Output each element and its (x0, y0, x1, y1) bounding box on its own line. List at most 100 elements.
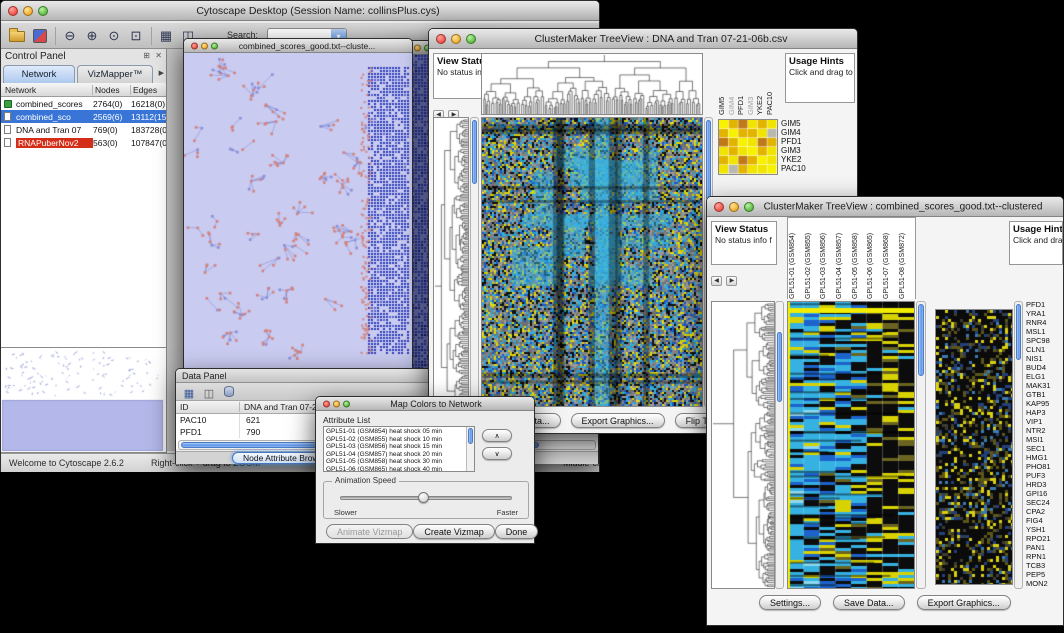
network-list-row[interactable]: RNAPuberNov2563(0)107847(0) (1, 136, 166, 149)
gene-label: RNR4 (1026, 318, 1064, 327)
attribute-list-item[interactable]: GPL51-04 (GSM857) heat shock 20 min (324, 451, 466, 459)
vscrollbar-thumb[interactable] (918, 304, 924, 376)
minimize-button[interactable] (23, 6, 33, 16)
tab-network[interactable]: Network (3, 65, 75, 83)
secondary-heatmap-canvas[interactable] (936, 310, 1012, 584)
tab-vizmapper-label: VizMapper™ (88, 69, 143, 80)
minimize-button[interactable] (451, 34, 461, 44)
close-button[interactable] (8, 6, 18, 16)
network-name: combined_scores (16, 99, 93, 109)
button-done[interactable]: Done (495, 524, 539, 539)
minimize-button[interactable] (201, 42, 208, 49)
network-window-title: combined_scores_good.txt--cluste... (210, 41, 404, 51)
move-up-button[interactable]: ∧ (482, 429, 512, 442)
treeview2-title-bar[interactable]: ClusterMaker TreeView : combined_scores_… (707, 197, 1063, 217)
dendrogram-vscrollbar[interactable] (775, 301, 784, 589)
similarity-matrix-canvas[interactable] (719, 120, 777, 174)
array-dendrogram-canvas[interactable] (482, 54, 702, 114)
vscrollbar-thumb[interactable] (472, 120, 477, 184)
network-window-title-bar[interactable]: combined_scores_good.txt--cluste... (184, 39, 412, 53)
zoom-fit-icon[interactable]: ⊡ (127, 27, 145, 45)
array-column-label: GPL51-03 (GSM856) (820, 219, 836, 299)
minimize-button[interactable] (333, 400, 340, 407)
gene-label: PHO81 (1026, 462, 1064, 471)
heatmap-canvas[interactable] (482, 118, 702, 406)
list-vscrollbar[interactable] (466, 427, 474, 471)
network-list-row[interactable]: DNA and Tran 07769(0)183728(0) (1, 123, 166, 136)
zoom-in-icon[interactable]: ⊕ (83, 27, 101, 45)
network-graph-canvas[interactable] (184, 53, 412, 369)
header-network[interactable]: Network (1, 85, 93, 95)
network-list-row[interactable]: combined_sco2569(6)13112(15) (1, 110, 166, 123)
close-button[interactable] (191, 42, 198, 49)
grid-view-icon[interactable]: ▦ (157, 27, 175, 45)
header-edges[interactable]: Edges (131, 85, 166, 95)
dialog-title-bar[interactable]: Map Colors to Network (316, 397, 534, 411)
attribute-list-item[interactable]: GPL51-06 (GSM865) heat shock 40 min (324, 466, 466, 472)
array-column-label: GPL51-04 (GSM857) (836, 219, 852, 299)
move-down-button[interactable]: ∨ (482, 447, 512, 460)
main-title-bar[interactable]: Cytoscape Desktop (Session Name: collins… (1, 1, 599, 21)
attribute-list-label: Attribute List (323, 415, 370, 425)
minimize-button[interactable] (729, 202, 739, 212)
gene-list-vscrollbar[interactable] (1014, 301, 1023, 589)
attribute-listbox[interactable]: GPL51-01 (GSM854) heat shock 05 minGPL51… (323, 426, 475, 472)
tab-overflow-icon[interactable]: ▶ (159, 69, 164, 77)
attribute-select-icon[interactable]: ◫ (200, 384, 218, 402)
attribute-list-item[interactable]: GPL51-05 (GSM858) heat shock 30 min (324, 458, 466, 466)
network-name: RNAPuberNov2 (16, 138, 93, 148)
speed-slider-thumb[interactable] (418, 492, 429, 503)
gene-dendrogram-canvas[interactable] (434, 118, 468, 406)
float-panel-icon[interactable]: ⊞ (143, 51, 150, 60)
close-panel-icon[interactable]: ✕ (155, 51, 162, 60)
zoom-actual-icon[interactable]: ⊙ (105, 27, 123, 45)
import-network-icon[interactable] (33, 29, 47, 43)
row-value: 621 (240, 415, 260, 425)
attribute-database-icon[interactable] (224, 386, 234, 397)
scroll-right-icon[interactable]: ▶ (726, 276, 737, 286)
network-overview-canvas[interactable] (1, 348, 164, 452)
main-window-title: Cytoscape Desktop (Session Name: collins… (45, 5, 591, 17)
vscrollbar-thumb[interactable] (706, 120, 711, 200)
attribute-list-item[interactable]: GPL51-02 (GSM855) heat shock 10 min (324, 436, 466, 444)
close-button[interactable] (714, 202, 724, 212)
vscrollbar-thumb[interactable] (777, 332, 782, 402)
network-type-icon (4, 125, 11, 134)
tab-vizmapper[interactable]: VizMapper™ (77, 65, 153, 83)
treeview1-title-bar[interactable]: ClusterMaker TreeView : DNA and Tran 07-… (429, 29, 857, 49)
button-animate-vizmap[interactable]: Animate Vizmap (326, 524, 413, 539)
row-value: 790 (240, 427, 260, 437)
network-list-row[interactable]: combined_scores2764(0)16218(0) (1, 97, 166, 110)
gene-label: SPC98 (1026, 336, 1064, 345)
heatmap-vscrollbar[interactable] (916, 301, 926, 589)
array-dendrogram-frame (481, 53, 703, 115)
animation-speed-label: Animation Speed (332, 476, 399, 485)
dendrogram-vscrollbar[interactable] (470, 117, 479, 407)
animation-speed-group: Animation Speed Slower Faster (323, 481, 529, 519)
heatmap-canvas[interactable] (788, 302, 914, 588)
gene-dendrogram-canvas[interactable] (712, 302, 774, 588)
secondary-heatmap-frame (935, 309, 1013, 585)
button-export-graphics[interactable]: Export Graphics... (917, 595, 1011, 610)
attribute-list-item[interactable]: GPL51-01 (GSM854) heat shock 05 min (324, 428, 466, 436)
header-id[interactable]: ID (176, 402, 240, 412)
zoom-out-icon[interactable]: ⊖ (61, 27, 79, 45)
close-button[interactable] (323, 400, 330, 407)
vscrollbar-thumb[interactable] (1016, 304, 1021, 360)
open-session-icon[interactable] (9, 31, 25, 42)
attribute-list-item[interactable]: GPL51-03 (GSM856) heat shock 15 min (324, 443, 466, 451)
scroll-left-icon[interactable]: ◀ (711, 276, 722, 286)
button-settings[interactable]: Settings... (759, 595, 821, 610)
faster-label: Faster (497, 508, 518, 517)
network-nodes: 2764(0) (93, 99, 131, 109)
button-export-graphics[interactable]: Export Graphics... (571, 413, 665, 428)
header-nodes[interactable]: Nodes (93, 85, 131, 95)
button-save-data[interactable]: Save Data... (833, 595, 905, 610)
row-id: PFD1 (176, 426, 240, 438)
attribute-grid-icon[interactable]: ▦ (180, 384, 198, 402)
close-button[interactable] (436, 34, 446, 44)
view-status-title: View Status (715, 224, 773, 235)
vscrollbar-thumb[interactable] (468, 428, 473, 444)
button-create-vizmap[interactable]: Create Vizmap (413, 524, 494, 539)
minimize-button[interactable] (414, 44, 421, 51)
